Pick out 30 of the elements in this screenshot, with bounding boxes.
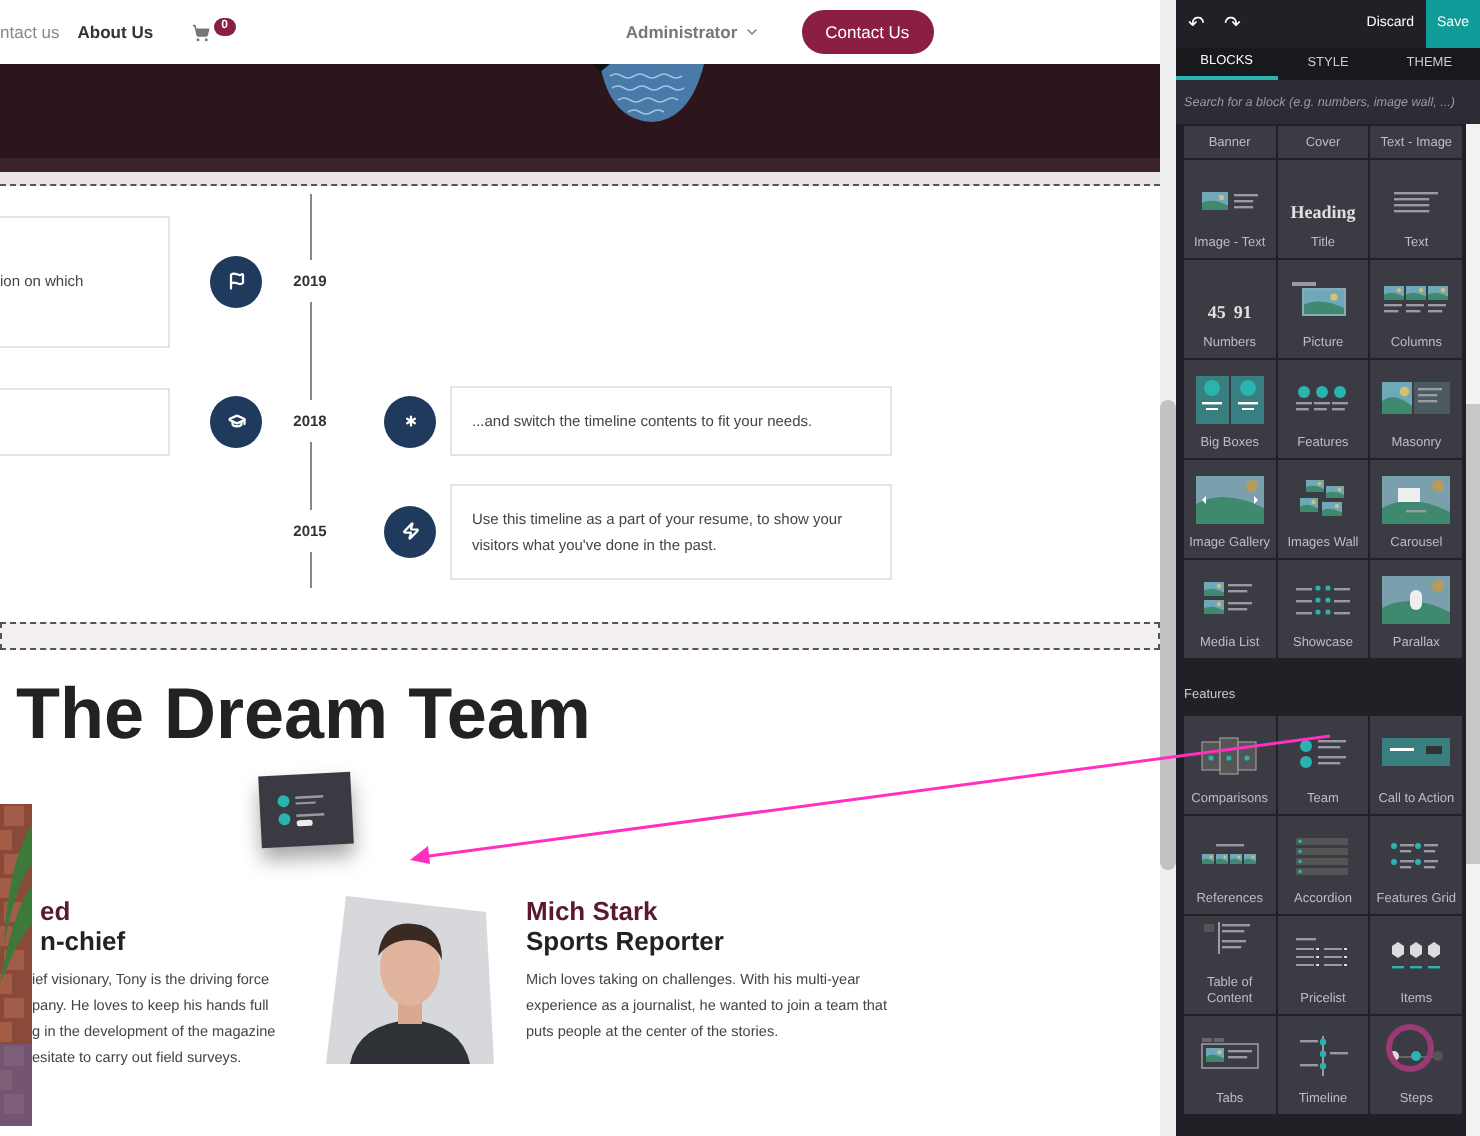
click-ring — [1386, 1024, 1434, 1072]
steps-icon — [1388, 1050, 1445, 1062]
badge-icon — [227, 412, 245, 430]
boxes-icon — [1195, 376, 1264, 424]
nav-link[interactable]: ntact us — [0, 19, 60, 45]
contact-us-button[interactable]: Contact Us — [801, 10, 934, 54]
section-heading: The Dream Team — [16, 670, 593, 758]
badge-icon — [401, 522, 419, 540]
page-scrollbar[interactable] — [1160, 0, 1176, 1136]
landscape-icon — [1382, 576, 1451, 624]
redo-button[interactable]: ↷ — [1224, 9, 1240, 39]
landscape-icon — [1195, 476, 1264, 524]
member-name: ed — [40, 896, 73, 926]
undo-button[interactable]: ↶ — [1188, 9, 1204, 39]
landscape-text-icon — [1199, 189, 1260, 211]
panel-scrollbar[interactable] — [1466, 124, 1480, 1136]
landscape-icon — [1382, 476, 1451, 524]
dragged-block-thumbnail[interactable] — [258, 771, 354, 849]
nav-link[interactable]: About Us — [77, 19, 154, 45]
member-name: Mich Stark — [526, 896, 660, 926]
preview-text: 91 — [1233, 300, 1252, 324]
user-menu[interactable]: Administrator — [625, 19, 760, 45]
badge-icon — [227, 272, 245, 290]
preview-text: Heading — [1290, 200, 1356, 224]
member-role: Sports Reporter — [526, 926, 726, 956]
badge-icon — [401, 412, 419, 430]
cart-icon[interactable] — [191, 23, 210, 41]
caret-icon — [743, 24, 760, 40]
member-role: n-chief — [40, 926, 128, 956]
preview-text: 45 — [1207, 300, 1226, 324]
